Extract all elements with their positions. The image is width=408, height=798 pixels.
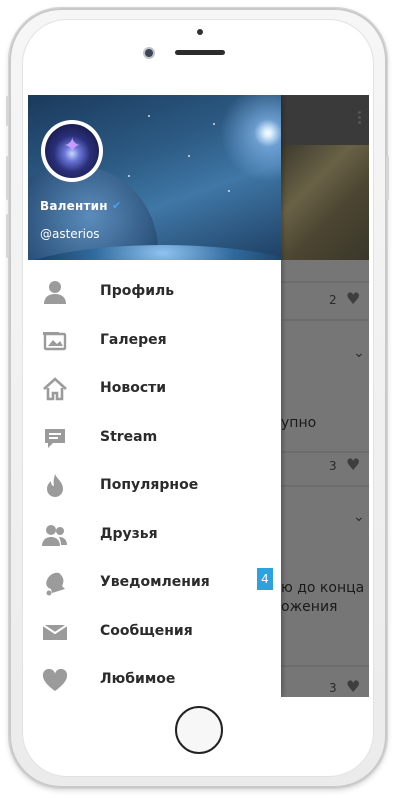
home-icon	[42, 376, 68, 402]
star	[148, 115, 150, 117]
heart-icon	[42, 667, 68, 693]
post-image[interactable]	[281, 145, 369, 260]
user-icon	[42, 279, 68, 305]
menu-item-label: Stream	[100, 428, 158, 445]
post-like-count: 3	[329, 681, 337, 695]
heart-icon[interactable]: ♥	[346, 677, 360, 696]
volume-down-button	[6, 156, 9, 200]
menu-item-label: Сообщения	[100, 622, 193, 639]
volume-up-button	[6, 96, 9, 126]
heart-icon[interactable]: ♥	[346, 455, 360, 474]
menu-item-label: Галерея	[100, 331, 167, 348]
menu-item-label: Любимое	[100, 671, 176, 687]
menu-item-profile[interactable]: Профиль	[28, 269, 281, 318]
post-like-count: 3	[329, 459, 337, 473]
envelope-icon	[42, 619, 68, 645]
menu-item-messages[interactable]: Сообщения	[28, 609, 281, 658]
menu-item-notifications[interactable]: Уведомления 4	[28, 560, 281, 609]
home-button[interactable]	[175, 706, 223, 754]
menu-item-popular[interactable]: Популярное	[28, 463, 281, 512]
post-text: ожения	[281, 599, 338, 615]
menu-item-stream[interactable]: Stream	[28, 415, 281, 464]
divider	[281, 485, 369, 487]
chevron-down-icon[interactable]: ⌄	[353, 345, 365, 361]
overflow-menu-icon[interactable]	[358, 111, 361, 125]
heart-icon[interactable]: ♥	[346, 289, 360, 308]
chat-icon	[42, 425, 68, 451]
menu-item-favorites[interactable]: Любимое	[28, 657, 281, 697]
avatar-image-icon: ✦	[63, 134, 82, 159]
star	[228, 190, 230, 192]
divider	[281, 281, 369, 283]
menu-item-label: Уведомления	[100, 574, 210, 590]
post-like-count: 2	[329, 293, 337, 307]
earpiece-speaker	[175, 50, 225, 55]
menu-item-label: Профиль	[100, 283, 175, 299]
menu-item-news[interactable]: Новости	[28, 366, 281, 415]
menu-item-label: Друзья	[100, 525, 158, 542]
chevron-down-icon[interactable]: ⌄	[353, 509, 365, 525]
mute-switch	[6, 214, 9, 258]
post-text: ю до конца	[281, 580, 365, 596]
star	[213, 123, 215, 125]
menu-item-label: Новости	[100, 380, 167, 396]
gallery-icon	[42, 328, 68, 354]
flame-icon	[42, 473, 68, 499]
menu-item-gallery[interactable]: Галерея	[28, 318, 281, 367]
menu-item-label: Популярное	[100, 477, 199, 493]
navigation-drawer: ✦ Валентин ✔ @asterios Профиль Галерея Н…	[28, 95, 281, 697]
verified-check-icon: ✔	[112, 199, 122, 212]
screen: 2 ♥ ⌄ упно 3 ♥ ⌄ ю до конца ожения 3 ♥ ✦	[28, 95, 369, 697]
drawer-header: ✦ Валентин ✔ @asterios	[28, 95, 281, 260]
divider	[281, 451, 369, 453]
star	[128, 175, 130, 177]
divider	[281, 665, 369, 667]
star	[188, 155, 190, 157]
power-button	[386, 156, 389, 200]
user-handle: @asterios	[40, 227, 100, 241]
front-camera-icon	[145, 49, 153, 57]
friends-icon	[42, 522, 68, 548]
post-text: упно	[281, 415, 317, 431]
proximity-sensor	[197, 29, 203, 35]
divider	[281, 319, 369, 321]
bell-icon	[42, 570, 68, 596]
avatar[interactable]: ✦	[41, 120, 103, 182]
menu-item-friends[interactable]: Друзья	[28, 512, 281, 561]
drawer-menu: Профиль Галерея Новости Stream Популярно…	[28, 269, 281, 697]
notification-count-badge: 4	[257, 568, 273, 590]
user-name: Валентин	[40, 199, 108, 213]
